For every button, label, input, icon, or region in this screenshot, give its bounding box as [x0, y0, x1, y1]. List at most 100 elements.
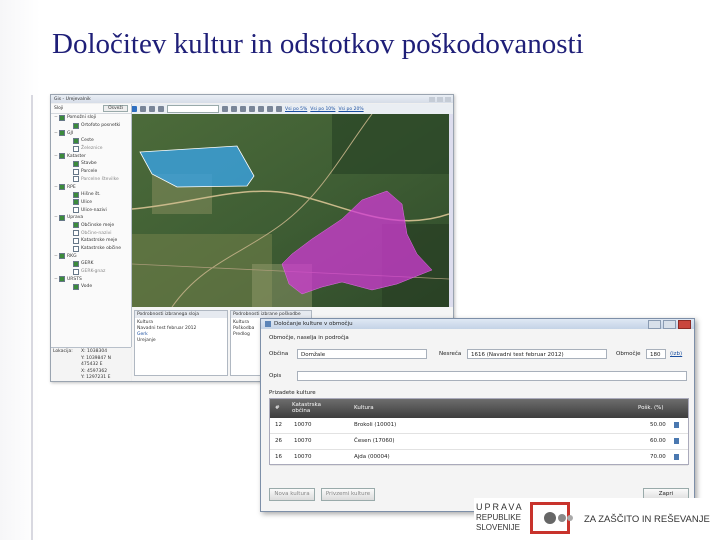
layer-checkbox[interactable] — [73, 237, 79, 244]
close-icon[interactable] — [445, 96, 451, 102]
collapse-icon[interactable]: − — [54, 185, 58, 190]
layer-item[interactable]: Hišne št. — [51, 191, 131, 199]
layer-checkbox[interactable] — [73, 207, 79, 214]
layer-item[interactable]: − URSTS — [51, 275, 131, 283]
layer-item[interactable]: Ulice — [51, 199, 131, 207]
map-canvas[interactable] — [132, 114, 449, 307]
assign-crops-button[interactable]: Privzemi kulture — [321, 488, 375, 501]
collapse-icon[interactable]: − — [54, 215, 58, 220]
cell-num: 26 — [275, 438, 282, 444]
layer-item[interactable]: − RPE — [51, 183, 131, 191]
layer-item[interactable]: Železnice — [51, 145, 131, 153]
layer-checkbox[interactable] — [59, 276, 65, 283]
layer-label: Katastrske občine — [81, 246, 122, 252]
layer-checkbox[interactable] — [73, 137, 79, 144]
gis-window-title: Gis - Urejevalnik — [54, 96, 91, 102]
layer-list: − Pomožni sloji Ortofoto posnetki − GJI Ceste… — [51, 114, 131, 291]
layer-item[interactable]: Katastrske meje — [51, 237, 131, 245]
minimize-icon[interactable] — [429, 96, 435, 102]
maximize-icon[interactable] — [437, 96, 443, 102]
layer-checkbox[interactable] — [73, 222, 79, 229]
close-icon[interactable] — [678, 319, 691, 329]
layer-item[interactable]: − Pomožni sloji — [51, 114, 131, 122]
collapse-icon[interactable]: − — [54, 115, 58, 120]
edit-vertex-icon[interactable] — [231, 106, 237, 112]
layer-checkbox[interactable] — [73, 176, 79, 183]
maximize-icon[interactable] — [663, 319, 676, 329]
collapse-icon[interactable]: − — [54, 254, 58, 259]
edit-row-icon[interactable] — [674, 454, 679, 460]
nesreca-label: Nesreča — [439, 351, 462, 357]
collapse-icon[interactable]: − — [54, 277, 58, 282]
layer-checkbox[interactable] — [73, 245, 79, 252]
refresh-layers-button[interactable]: Osveži — [103, 105, 128, 112]
layer-item[interactable]: Občinske meje — [51, 222, 131, 230]
col-kultura[interactable]: Kultura — [354, 405, 374, 411]
new-crop-button[interactable]: Nova kultura — [269, 488, 315, 501]
layer-checkbox[interactable] — [59, 184, 65, 191]
layer-item[interactable]: Ortofoto posnetki — [51, 122, 131, 130]
collapse-icon[interactable]: − — [54, 131, 58, 136]
layer-checkbox[interactable] — [59, 153, 65, 160]
layer-item[interactable]: Parcele — [51, 168, 131, 176]
undo-icon[interactable] — [240, 106, 246, 112]
table-row[interactable]: 16 10070 Ajda (00004) 70.00 — [270, 450, 688, 466]
layer-checkbox[interactable] — [73, 168, 79, 175]
obcina-field[interactable]: Domžale — [297, 349, 427, 359]
map-scrollbar[interactable] — [449, 114, 453, 307]
toolbar-link-5[interactable]: Vsi po 5% — [285, 107, 307, 112]
table-row[interactable]: 26 10070 Česen (17060) 60.00 — [270, 434, 688, 450]
delete-icon[interactable] — [249, 106, 255, 112]
draw-polygon-icon[interactable] — [222, 106, 228, 112]
toolbar-link-20[interactable]: Vsi po 20% — [338, 107, 363, 112]
layer-checkbox[interactable] — [59, 214, 65, 221]
layer-checkbox[interactable] — [73, 160, 79, 167]
collapse-icon[interactable]: − — [54, 154, 58, 159]
nesreca-field[interactable]: 1616 (Navadni test februar 2012) — [467, 349, 607, 359]
text-tool-icon[interactable] — [267, 106, 273, 112]
col-num[interactable]: # — [275, 405, 280, 411]
print-icon[interactable] — [276, 106, 282, 112]
layer-item[interactable]: GERK — [51, 260, 131, 268]
layer-checkbox[interactable] — [73, 260, 79, 267]
layer-item[interactable]: Ceste — [51, 137, 131, 145]
layer-item[interactable]: − RKG — [51, 252, 131, 260]
table-row[interactable]: 12 10070 Brokoli (10001) 50.00 — [270, 418, 688, 434]
refresh-icon[interactable] — [258, 106, 264, 112]
edit-row-icon[interactable] — [674, 422, 679, 428]
layer-checkbox[interactable] — [59, 130, 65, 137]
layer-checkbox[interactable] — [73, 283, 79, 290]
minimize-icon[interactable] — [648, 319, 661, 329]
layer-checkbox[interactable] — [73, 230, 79, 237]
obmocje-field[interactable]: 180 — [646, 349, 666, 359]
zoom-in-icon[interactable] — [149, 106, 155, 112]
layer-item[interactable]: Stavbe — [51, 160, 131, 168]
layer-item[interactable]: Katastrske občine — [51, 245, 131, 253]
layer-checkbox[interactable] — [73, 199, 79, 206]
layer-item[interactable]: Ulice-nazivi — [51, 206, 131, 214]
layer-item[interactable]: − Kataster — [51, 152, 131, 160]
col-poskodba[interactable]: Pošk. (%) — [638, 405, 664, 411]
layer-checkbox[interactable] — [59, 253, 65, 260]
edit-row-icon[interactable] — [674, 438, 679, 444]
layer-item[interactable]: Občine-nazivi — [51, 229, 131, 237]
aerial-map[interactable] — [132, 114, 449, 307]
layer-checkbox[interactable] — [73, 191, 79, 198]
zoom-out-icon[interactable] — [158, 106, 164, 112]
layer-item[interactable]: Vode — [51, 283, 131, 291]
layer-checkbox[interactable] — [73, 122, 79, 129]
layer-select[interactable] — [167, 105, 219, 113]
layer-checkbox[interactable] — [59, 114, 65, 121]
layer-item[interactable]: GERK-gnaz — [51, 268, 131, 276]
layer-item[interactable]: − Uprava — [51, 214, 131, 222]
pan-tool-icon[interactable] — [140, 106, 146, 112]
layer-checkbox[interactable] — [73, 268, 79, 275]
layer-item[interactable]: Parcelne številke — [51, 176, 131, 184]
select-area-link[interactable]: (izb) — [670, 351, 682, 357]
opis-field[interactable] — [297, 371, 687, 381]
layer-checkbox[interactable] — [73, 145, 79, 152]
col-ko[interactable]: Katastrska občina — [292, 402, 337, 414]
layer-item[interactable]: − GJI — [51, 129, 131, 137]
layer-label: Hišne št. — [81, 192, 101, 198]
toolbar-link-10[interactable]: Vsi po 10% — [310, 107, 335, 112]
